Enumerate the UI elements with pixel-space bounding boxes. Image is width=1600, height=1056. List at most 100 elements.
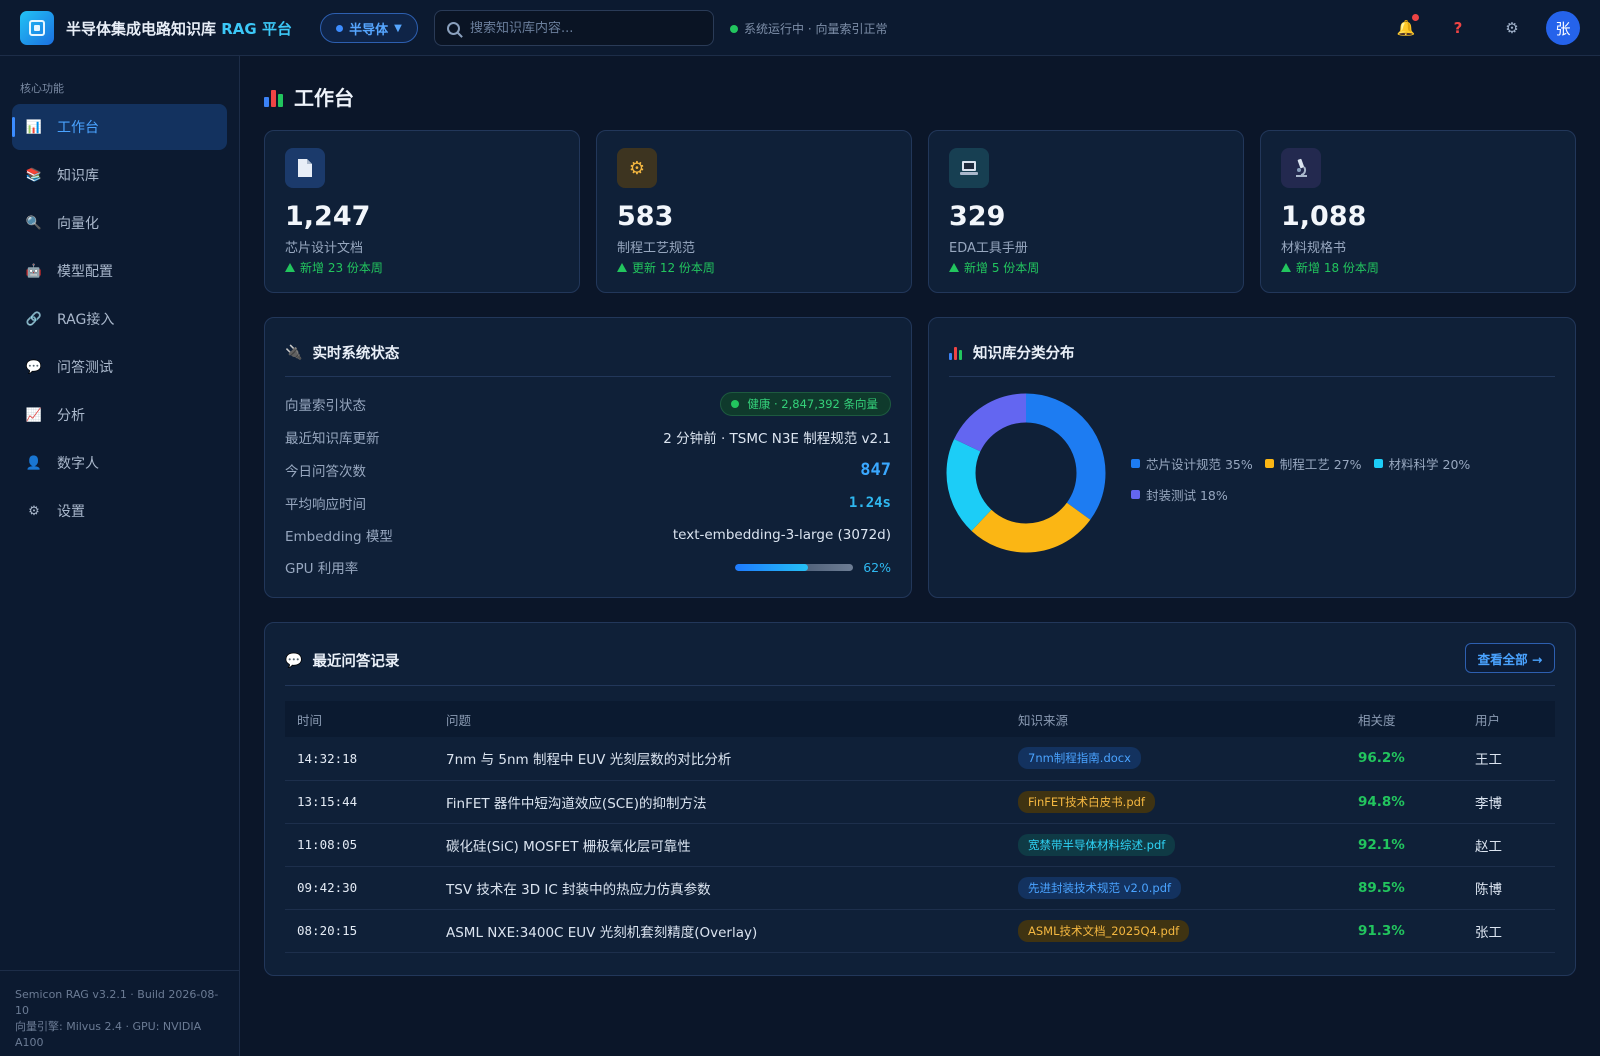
page-title: 工作台 (264, 82, 354, 111)
stat-trend: 更新 12 份本周 (617, 259, 715, 276)
table-row[interactable]: 09:42:30 TSV 技术在 3D IC 封装中的热应力仿真参数 先进封装技… (285, 866, 1555, 910)
stat-card-eda-manual[interactable]: 329 EDA工具手册 新增 5 份本周 (928, 130, 1244, 293)
app-title-main: 半导体集成电路知识库 (66, 20, 217, 38)
sidebar-item-qa-test[interactable]: 💬 问答测试 (12, 344, 227, 390)
sidebar-item-settings[interactable]: ⚙ 设置 (12, 488, 227, 534)
chat-icon: 💬 (25, 359, 43, 375)
sidebar-item-knowledge-base[interactable]: 📚 知识库 (12, 152, 227, 198)
stat-label: EDA工具手册 (949, 241, 1028, 256)
divider (949, 376, 1555, 377)
status-row-kb-update: 最近知识库更新 2 分钟前 · TSMC N3E 制程规范 v2.1 (285, 425, 891, 449)
cell-time: 09:42:30 (285, 866, 434, 910)
system-status-card: 🔌 实时系统状态 向量索引状态 健康 · 2,847,392 条向量 最近知识库… (264, 317, 912, 598)
cell-user: 王工 (1463, 737, 1555, 781)
top-bar: 半导体集成电路知识库 RAG 平台 半导体 ▼ 系统运行中 · 向量索引正常 🔔… (0, 0, 1600, 56)
legend-item[interactable]: 制程工艺 27% (1264, 454, 1362, 473)
view-all-button[interactable]: 查看全部 → (1465, 643, 1555, 673)
sidebar-item-digital-human[interactable]: 👤 数字人 (12, 440, 227, 486)
legend-label: 封装测试 18% (1146, 488, 1228, 503)
chart-legend: 芯片设计规范 35% 制程工艺 27% 材料科学 20% 封装测试 18% (1131, 454, 1551, 504)
table-row[interactable]: 08:20:15 ASML NXE:3400C EUV 光刻机套刻精度(Over… (285, 909, 1555, 953)
table-row[interactable]: 11:08:05 碳化硅(SiC) MOSFET 栅极氧化层可靠性 宽禁带半导体… (285, 823, 1555, 867)
bar-chart-icon (949, 346, 963, 360)
stat-trend: 新增 5 份本周 (949, 259, 1039, 276)
gear-icon[interactable]: ⚙ (1502, 18, 1522, 38)
cell-time: 14:32:18 (285, 737, 434, 781)
search-icon (447, 21, 460, 35)
stat-card-material-spec[interactable]: 1,088 材料规格书 新增 18 份本周 (1260, 130, 1576, 293)
status-key: 平均响应时间 (285, 497, 366, 513)
legend-item[interactable]: 材料科学 20% (1373, 454, 1470, 473)
legend-swatch (1131, 490, 1140, 499)
bell-icon[interactable]: 🔔 (1396, 14, 1419, 38)
sidebar: 核心功能 📊 工作台 📚 知识库 🔍 向量化 🤖 模型配置 🔗 RAG接入 💬 … (0, 56, 240, 1056)
stat-label: 芯片设计文档 (285, 241, 364, 256)
chip-logo-icon[interactable] (20, 11, 54, 45)
sidebar-item-label: 工作台 (57, 120, 99, 136)
stat-value: 329 (949, 201, 1006, 232)
up-arrow-icon (1281, 263, 1291, 272)
source-tag[interactable]: FinFET技术白皮书.pdf (1018, 790, 1155, 813)
donut-chart (946, 393, 1106, 553)
help-icon[interactable]: ? (1448, 18, 1468, 38)
source-tag[interactable]: 先进封装技术规范 v2.0.pdf (1018, 876, 1182, 899)
status-value: text-embedding-3-large (3072d) (672, 527, 891, 543)
search-box[interactable] (434, 10, 714, 46)
sidebar-item-label: 问答测试 (57, 360, 113, 376)
cell-score: 96.2% (1346, 737, 1463, 781)
status-key: Embedding 模型 (285, 529, 393, 545)
version-info: Semicon RAG v3.2.1 · Build 2026-08-10 (15, 988, 219, 1017)
engine-info: 向量引擎: Milvus 2.4 · GPU: NVIDIA A100 (15, 1020, 202, 1049)
gpu-usage: 62% (735, 560, 891, 575)
table-row[interactable]: 13:15:44 FinFET 器件中短沟道效应(SCE)的抑制方法 FinFE… (285, 780, 1555, 824)
source-tag[interactable]: ASML技术文档_2025Q4.pdf (1018, 919, 1190, 942)
sidebar-item-dashboard[interactable]: 📊 工作台 (12, 104, 227, 150)
notification-badge (1412, 14, 1419, 21)
cell-source: 先进封装技术规范 v2.0.pdf (1006, 866, 1346, 910)
legend-item[interactable]: 封装测试 18% (1131, 485, 1228, 504)
status-row-latency: 平均响应时间 1.24s (285, 491, 891, 515)
cell-score: 92.1% (1346, 823, 1463, 867)
cell-question: FinFET 器件中短沟道效应(SCE)的抑制方法 (434, 780, 1006, 824)
up-arrow-icon (617, 263, 627, 272)
cell-source: 7nm制程指南.docx (1006, 737, 1346, 781)
sidebar-footer: Semicon RAG v3.2.1 · Build 2026-08-10 向量… (0, 970, 239, 1056)
table-row[interactable]: 14:32:18 7nm 与 5nm 制程中 EUV 光刻层数的对比分析 7nm… (285, 737, 1555, 781)
sidebar-item-rag-access[interactable]: 🔗 RAG接入 (12, 296, 227, 342)
stat-trend-text: 新增 5 份本周 (964, 261, 1040, 275)
system-status-text: 系统运行中 · 向量索引正常 (744, 22, 888, 36)
cell-question: ASML NXE:3400C EUV 光刻机套刻精度(Overlay) (434, 909, 1006, 953)
cell-user: 陈博 (1463, 866, 1555, 910)
column-header: 时间 (297, 712, 323, 728)
stat-value: 1,247 (285, 201, 371, 232)
robot-icon: 🤖 (25, 263, 43, 279)
qa-table: 时间 问题 知识来源 相关度 用户 14:32:18 7nm 与 5nm 制程中… (285, 701, 1555, 953)
column-header: 知识来源 (1018, 712, 1069, 728)
system-status-indicator: 系统运行中 · 向量索引正常 (730, 20, 887, 37)
source-tag[interactable]: 7nm制程指南.docx (1018, 747, 1141, 770)
sidebar-section-label: 核心功能 (20, 82, 64, 95)
sidebar-nav: 📊 工作台 📚 知识库 🔍 向量化 🤖 模型配置 🔗 RAG接入 💬 问答测试 … (12, 104, 227, 536)
column-header: 用户 (1475, 712, 1501, 728)
sidebar-item-label: 向量化 (57, 216, 99, 232)
stat-card-process-spec[interactable]: ⚙ 583 制程工艺规范 更新 12 份本周 (596, 130, 912, 293)
stat-trend-text: 新增 18 份本周 (1296, 261, 1379, 275)
sidebar-item-model-config[interactable]: 🤖 模型配置 (12, 248, 227, 294)
sidebar-item-analytics[interactable]: 📈 分析 (12, 392, 227, 438)
sidebar-item-label: 数字人 (57, 456, 99, 472)
sidebar-item-vectorize[interactable]: 🔍 向量化 (12, 200, 227, 246)
sidebar-item-label: 设置 (57, 504, 85, 520)
search-input[interactable] (470, 20, 690, 36)
column-header: 相关度 (1358, 712, 1396, 728)
source-tag[interactable]: 宽禁带半导体材料综述.pdf (1018, 833, 1176, 856)
domain-selector[interactable]: 半导体 ▼ (320, 13, 418, 43)
up-arrow-icon (285, 263, 295, 272)
cell-source: FinFET技术白皮书.pdf (1006, 780, 1346, 824)
status-row-vector-index: 向量索引状态 健康 · 2,847,392 条向量 (285, 392, 891, 416)
stat-card-chip-design[interactable]: 1,247 芯片设计文档 新增 23 份本周 (264, 130, 580, 293)
legend-item[interactable]: 芯片设计规范 35% (1131, 454, 1253, 473)
card-title: 实时系统状态 (312, 346, 400, 362)
avatar[interactable]: 张 (1546, 11, 1580, 45)
cell-user: 张工 (1463, 909, 1555, 953)
legend-swatch (1131, 459, 1140, 468)
